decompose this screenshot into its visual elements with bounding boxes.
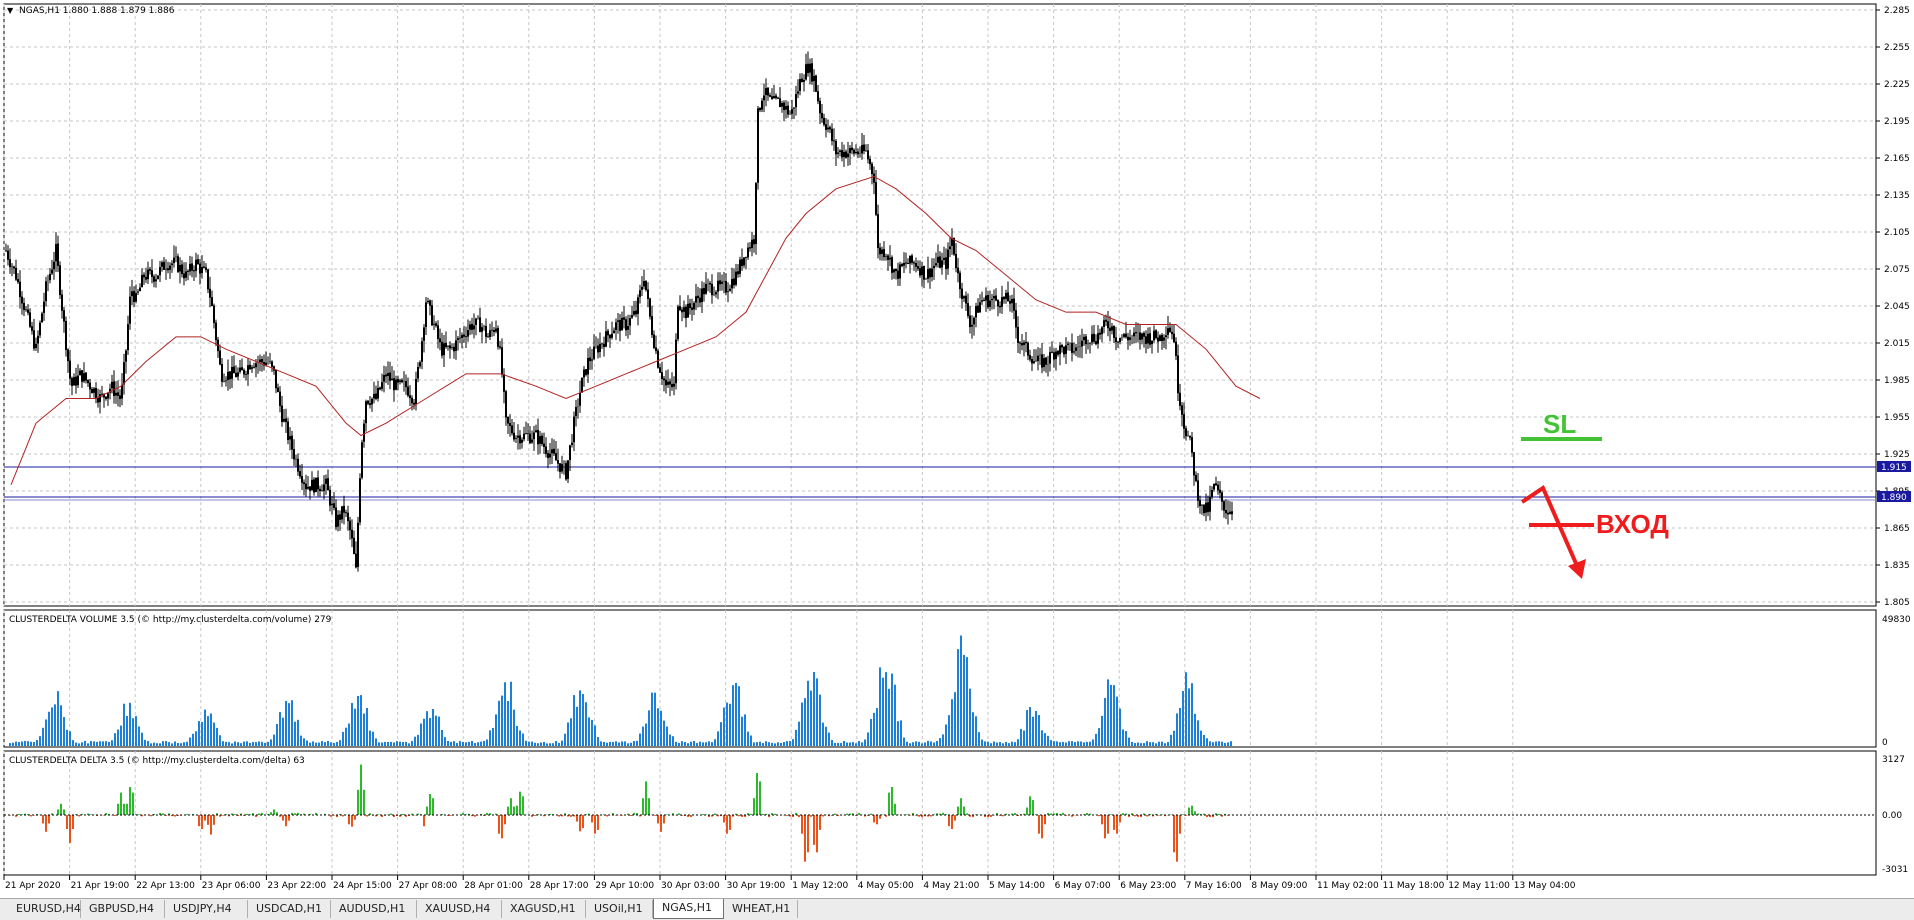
mt4-chart-window: SL ВХОД ▼ NGAS,H1 1.880 1.888 1.879 1.88… — [0, 0, 1914, 920]
price-axis-label: 1.925 — [1884, 450, 1910, 460]
time-axis-label: 12 May 11:00 — [1448, 881, 1510, 891]
time-axis-label: 29 Apr 10:00 — [595, 881, 654, 891]
price-axis-label: 2.225 — [1884, 80, 1910, 90]
time-axis-label: 23 Apr 06:00 — [202, 881, 261, 891]
delta-axis-bottom: -3031 — [1882, 865, 1908, 875]
price-axis-label: 1.985 — [1884, 376, 1910, 386]
time-axis-label: 4 May 05:00 — [858, 881, 914, 891]
symbol-tab[interactable]: USDJPY,H4 — [165, 900, 248, 918]
price-tag-upper-text: 1.915 — [1881, 463, 1907, 473]
price-axis-label: 2.075 — [1884, 265, 1910, 275]
symbol-tab[interactable]: NGAS,H1 — [653, 899, 724, 919]
price-axis-label: 2.255 — [1884, 43, 1910, 53]
time-axis-label: 22 Apr 13:00 — [136, 881, 195, 891]
symbol-tab[interactable]: USDCAD,H1 — [248, 900, 331, 918]
time-axis-label: 6 May 23:00 — [1120, 881, 1176, 891]
time-axis-label: 27 Apr 08:00 — [399, 881, 458, 891]
chart-caret-icon[interactable]: ▼ — [7, 6, 14, 15]
time-axis-label: 23 Apr 22:00 — [267, 881, 326, 891]
time-axis-label: 28 Apr 01:00 — [464, 881, 523, 891]
chart-canvas[interactable]: SL ВХОД ▼ NGAS,H1 1.880 1.888 1.879 1.88… — [0, 0, 1914, 898]
price-axis-label: 2.105 — [1884, 228, 1910, 238]
time-axis-label: 21 Apr 2020 — [5, 881, 61, 891]
time-axis-label: 21 Apr 19:00 — [71, 881, 130, 891]
time-axis-label: 4 May 21:00 — [923, 881, 979, 891]
time-axis-label: 7 May 16:00 — [1186, 881, 1242, 891]
price-axis-label: 2.165 — [1884, 154, 1910, 164]
sl-label: SL — [1543, 409, 1576, 439]
delta-panel-title: CLUSTERDELTA DELTA 3.5 (© http://my.clus… — [9, 756, 305, 766]
price-axis-label: 2.195 — [1884, 117, 1910, 127]
time-axis-label: 11 May 18:00 — [1383, 881, 1445, 891]
time-axis-label: 28 Apr 17:00 — [530, 881, 589, 891]
symbol-tab[interactable]: XAUUSD,H4 — [417, 900, 502, 918]
price-axis-label: 2.285 — [1884, 6, 1910, 16]
time-axis-label: 30 Apr 19:00 — [727, 881, 786, 891]
price-tag-lower-text: 1.890 — [1881, 493, 1907, 503]
volume-axis-bottom: 0 — [1882, 738, 1888, 748]
delta-axis-mid: 0.00 — [1882, 811, 1902, 821]
time-axis-label: 13 May 04:00 — [1514, 881, 1576, 891]
price-axis-label: 2.045 — [1884, 302, 1910, 312]
chart-title: NGAS,H1 1.880 1.888 1.879 1.886 — [19, 6, 175, 16]
time-axis-label: 1 May 12:00 — [792, 881, 848, 891]
time-axis-label: 8 May 09:00 — [1251, 881, 1307, 891]
symbol-tab-bar: EURUSD,H4 GBPUSD,H4 USDJPY,H4 USDCAD,H1 AUDU… — [0, 898, 1914, 920]
time-axis-label: 30 Apr 03:00 — [661, 881, 720, 891]
symbol-tab[interactable]: AUDUSD,H1 — [331, 900, 417, 918]
price-axis-label: 2.015 — [1884, 339, 1910, 349]
volume-axis-top: 49830 — [1882, 615, 1911, 625]
symbol-tab[interactable]: XAGUSD,H1 — [502, 900, 586, 918]
symbol-tab[interactable]: GBPUSD,H4 — [81, 900, 165, 918]
time-axis-label: 24 Apr 15:00 — [333, 881, 392, 891]
price-axis-label: 1.865 — [1884, 524, 1910, 534]
price-axis-label: 1.955 — [1884, 413, 1910, 423]
price-axis-label: 2.135 — [1884, 191, 1910, 201]
volume-panel-title: CLUSTERDELTA VOLUME 3.5 (© http://my.clu… — [9, 615, 332, 625]
delta-axis-top: 3127 — [1882, 755, 1905, 765]
price-axis-label: 1.805 — [1884, 598, 1910, 608]
time-axis-label: 11 May 02:00 — [1317, 881, 1379, 891]
entry-label: ВХОД — [1596, 509, 1669, 539]
symbol-tab[interactable]: EURUSD,H4 — [8, 900, 81, 918]
symbol-tab[interactable]: WHEAT,H1 — [724, 900, 798, 918]
time-axis-label: 6 May 07:00 — [1055, 881, 1111, 891]
price-axis-label: 1.835 — [1884, 561, 1910, 571]
symbol-tab[interactable]: USOil,H1 — [586, 900, 653, 918]
time-axis-label: 5 May 14:00 — [989, 881, 1045, 891]
